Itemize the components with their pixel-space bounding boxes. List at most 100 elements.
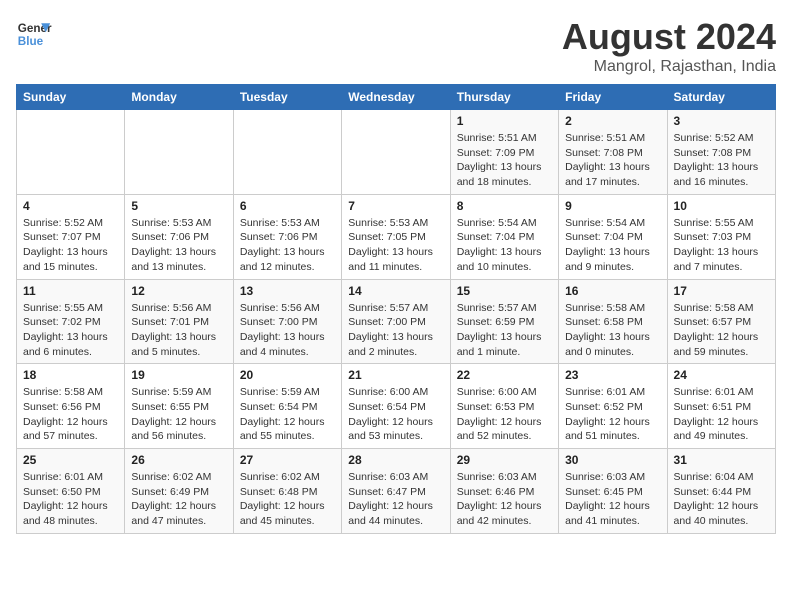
calendar-cell: 27 Sunrise: 6:02 AM Sunset: 6:48 PM Dayli… [233, 449, 341, 534]
cell-info: Sunrise: 6:00 AM Sunset: 6:53 PM Dayligh… [457, 385, 552, 444]
cell-info: Sunrise: 6:01 AM Sunset: 6:51 PM Dayligh… [674, 385, 769, 444]
calendar-cell: 16 Sunrise: 5:58 AM Sunset: 6:58 PM Dayli… [559, 279, 667, 364]
cell-info: Sunrise: 5:52 AM Sunset: 7:08 PM Dayligh… [674, 131, 769, 190]
calendar-cell [342, 110, 450, 195]
cell-info: Sunrise: 5:54 AM Sunset: 7:04 PM Dayligh… [565, 216, 660, 275]
cell-info: Sunrise: 6:03 AM Sunset: 6:45 PM Dayligh… [565, 470, 660, 529]
cell-date: 12 [131, 284, 226, 298]
day-header: Wednesday [342, 85, 450, 110]
cell-date: 14 [348, 284, 443, 298]
calendar-cell: 22 Sunrise: 6:00 AM Sunset: 6:53 PM Dayli… [450, 364, 558, 449]
cell-info: Sunrise: 6:04 AM Sunset: 6:44 PM Dayligh… [674, 470, 769, 529]
cell-info: Sunrise: 5:55 AM Sunset: 7:02 PM Dayligh… [23, 301, 118, 360]
cell-info: Sunrise: 5:56 AM Sunset: 7:01 PM Dayligh… [131, 301, 226, 360]
cell-date: 5 [131, 199, 226, 213]
cell-info: Sunrise: 5:55 AM Sunset: 7:03 PM Dayligh… [674, 216, 769, 275]
cell-info: Sunrise: 5:52 AM Sunset: 7:07 PM Dayligh… [23, 216, 118, 275]
calendar-table: SundayMondayTuesdayWednesdayThursdayFrid… [16, 84, 776, 534]
cell-info: Sunrise: 6:01 AM Sunset: 6:52 PM Dayligh… [565, 385, 660, 444]
calendar-cell: 18 Sunrise: 5:58 AM Sunset: 6:56 PM Dayli… [17, 364, 125, 449]
logo: General Blue [16, 16, 52, 52]
cell-date: 28 [348, 453, 443, 467]
day-header: Monday [125, 85, 233, 110]
cell-date: 1 [457, 114, 552, 128]
calendar-cell: 1 Sunrise: 5:51 AM Sunset: 7:09 PM Daylig… [450, 110, 558, 195]
subtitle: Mangrol, Rajasthan, India [562, 58, 776, 76]
calendar-cell: 8Sunrise: 5:54 AM Sunset: 7:04 PM Daylig… [450, 194, 558, 279]
calendar-cell: 14 Sunrise: 5:57 AM Sunset: 7:00 PM Dayli… [342, 279, 450, 364]
cell-date: 25 [23, 453, 118, 467]
cell-date: 15 [457, 284, 552, 298]
cell-info: Sunrise: 5:58 AM Sunset: 6:57 PM Dayligh… [674, 301, 769, 360]
cell-info: Sunrise: 6:02 AM Sunset: 6:48 PM Dayligh… [240, 470, 335, 529]
cell-date: 31 [674, 453, 769, 467]
main-title: August 2024 [562, 16, 776, 58]
cell-info: Sunrise: 5:57 AM Sunset: 6:59 PM Dayligh… [457, 301, 552, 360]
cell-date: 24 [674, 368, 769, 382]
calendar-cell: 10 Sunrise: 5:55 AM Sunset: 7:03 PM Dayli… [667, 194, 775, 279]
calendar-cell: 29 Sunrise: 6:03 AM Sunset: 6:46 PM Dayli… [450, 449, 558, 534]
title-block: August 2024 Mangrol, Rajasthan, India [562, 16, 776, 76]
cell-info: Sunrise: 5:53 AM Sunset: 7:06 PM Dayligh… [240, 216, 335, 275]
calendar-cell [17, 110, 125, 195]
cell-date: 27 [240, 453, 335, 467]
calendar-cell: 31 Sunrise: 6:04 AM Sunset: 6:44 PM Dayli… [667, 449, 775, 534]
cell-date: 2 [565, 114, 660, 128]
cell-info: Sunrise: 5:51 AM Sunset: 7:09 PM Dayligh… [457, 131, 552, 190]
cell-date: 7 [348, 199, 443, 213]
calendar-cell: 2 Sunrise: 5:51 AM Sunset: 7:08 PM Daylig… [559, 110, 667, 195]
cell-date: 26 [131, 453, 226, 467]
cell-date: 23 [565, 368, 660, 382]
cell-date: 20 [240, 368, 335, 382]
calendar-header: SundayMondayTuesdayWednesdayThursdayFrid… [17, 85, 776, 110]
calendar-cell: 26 Sunrise: 6:02 AM Sunset: 6:49 PM Dayli… [125, 449, 233, 534]
cell-date: 18 [23, 368, 118, 382]
calendar-cell: 21Sunrise: 6:00 AM Sunset: 6:54 PM Dayli… [342, 364, 450, 449]
day-header: Sunday [17, 85, 125, 110]
cell-info: Sunrise: 6:01 AM Sunset: 6:50 PM Dayligh… [23, 470, 118, 529]
day-header: Friday [559, 85, 667, 110]
cell-info: Sunrise: 6:03 AM Sunset: 6:47 PM Dayligh… [348, 470, 443, 529]
calendar-cell: 15 Sunrise: 5:57 AM Sunset: 6:59 PM Dayli… [450, 279, 558, 364]
cell-info: Sunrise: 6:00 AM Sunset: 6:54 PM Dayligh… [348, 385, 443, 444]
cell-info: Sunrise: 5:58 AM Sunset: 6:56 PM Dayligh… [23, 385, 118, 444]
calendar-body: 1 Sunrise: 5:51 AM Sunset: 7:09 PM Daylig… [17, 110, 776, 534]
calendar-cell: 24 Sunrise: 6:01 AM Sunset: 6:51 PM Dayli… [667, 364, 775, 449]
cell-date: 11 [23, 284, 118, 298]
cell-info: Sunrise: 5:59 AM Sunset: 6:55 PM Dayligh… [131, 385, 226, 444]
calendar-cell: 11 Sunrise: 5:55 AM Sunset: 7:02 PM Dayli… [17, 279, 125, 364]
cell-info: Sunrise: 6:02 AM Sunset: 6:49 PM Dayligh… [131, 470, 226, 529]
cell-info: Sunrise: 6:03 AM Sunset: 6:46 PM Dayligh… [457, 470, 552, 529]
calendar-cell: 28 Sunrise: 6:03 AM Sunset: 6:47 PM Dayli… [342, 449, 450, 534]
cell-info: Sunrise: 5:56 AM Sunset: 7:00 PM Dayligh… [240, 301, 335, 360]
cell-info: Sunrise: 5:59 AM Sunset: 6:54 PM Dayligh… [240, 385, 335, 444]
day-header: Thursday [450, 85, 558, 110]
page-header: General Blue August 2024 Mangrol, Rajast… [16, 16, 776, 76]
cell-date: 19 [131, 368, 226, 382]
cell-info: Sunrise: 5:58 AM Sunset: 6:58 PM Dayligh… [565, 301, 660, 360]
cell-info: Sunrise: 5:57 AM Sunset: 7:00 PM Dayligh… [348, 301, 443, 360]
calendar-cell: 23 Sunrise: 6:01 AM Sunset: 6:52 PM Dayli… [559, 364, 667, 449]
calendar-cell [233, 110, 341, 195]
cell-date: 29 [457, 453, 552, 467]
calendar-cell: 25 Sunrise: 6:01 AM Sunset: 6:50 PM Dayli… [17, 449, 125, 534]
cell-date: 30 [565, 453, 660, 467]
cell-date: 9 [565, 199, 660, 213]
cell-date: 17 [674, 284, 769, 298]
cell-info: Sunrise: 5:53 AM Sunset: 7:06 PM Dayligh… [131, 216, 226, 275]
cell-info: Sunrise: 5:51 AM Sunset: 7:08 PM Dayligh… [565, 131, 660, 190]
cell-info: Sunrise: 5:54 AM Sunset: 7:04 PM Dayligh… [457, 216, 552, 275]
day-header: Saturday [667, 85, 775, 110]
cell-date: 4 [23, 199, 118, 213]
calendar-cell: 7 Sunrise: 5:53 AM Sunset: 7:05 PM Daylig… [342, 194, 450, 279]
calendar-cell: 19 Sunrise: 5:59 AM Sunset: 6:55 PM Dayli… [125, 364, 233, 449]
cell-date: 3 [674, 114, 769, 128]
calendar-cell: 12 Sunrise: 5:56 AM Sunset: 7:01 PM Dayli… [125, 279, 233, 364]
cell-info: Sunrise: 5:53 AM Sunset: 7:05 PM Dayligh… [348, 216, 443, 275]
svg-text:Blue: Blue [18, 35, 44, 48]
cell-date: 10 [674, 199, 769, 213]
cell-date: 22 [457, 368, 552, 382]
cell-date: 16 [565, 284, 660, 298]
calendar-cell: 9 Sunrise: 5:54 AM Sunset: 7:04 PM Daylig… [559, 194, 667, 279]
calendar-cell [125, 110, 233, 195]
